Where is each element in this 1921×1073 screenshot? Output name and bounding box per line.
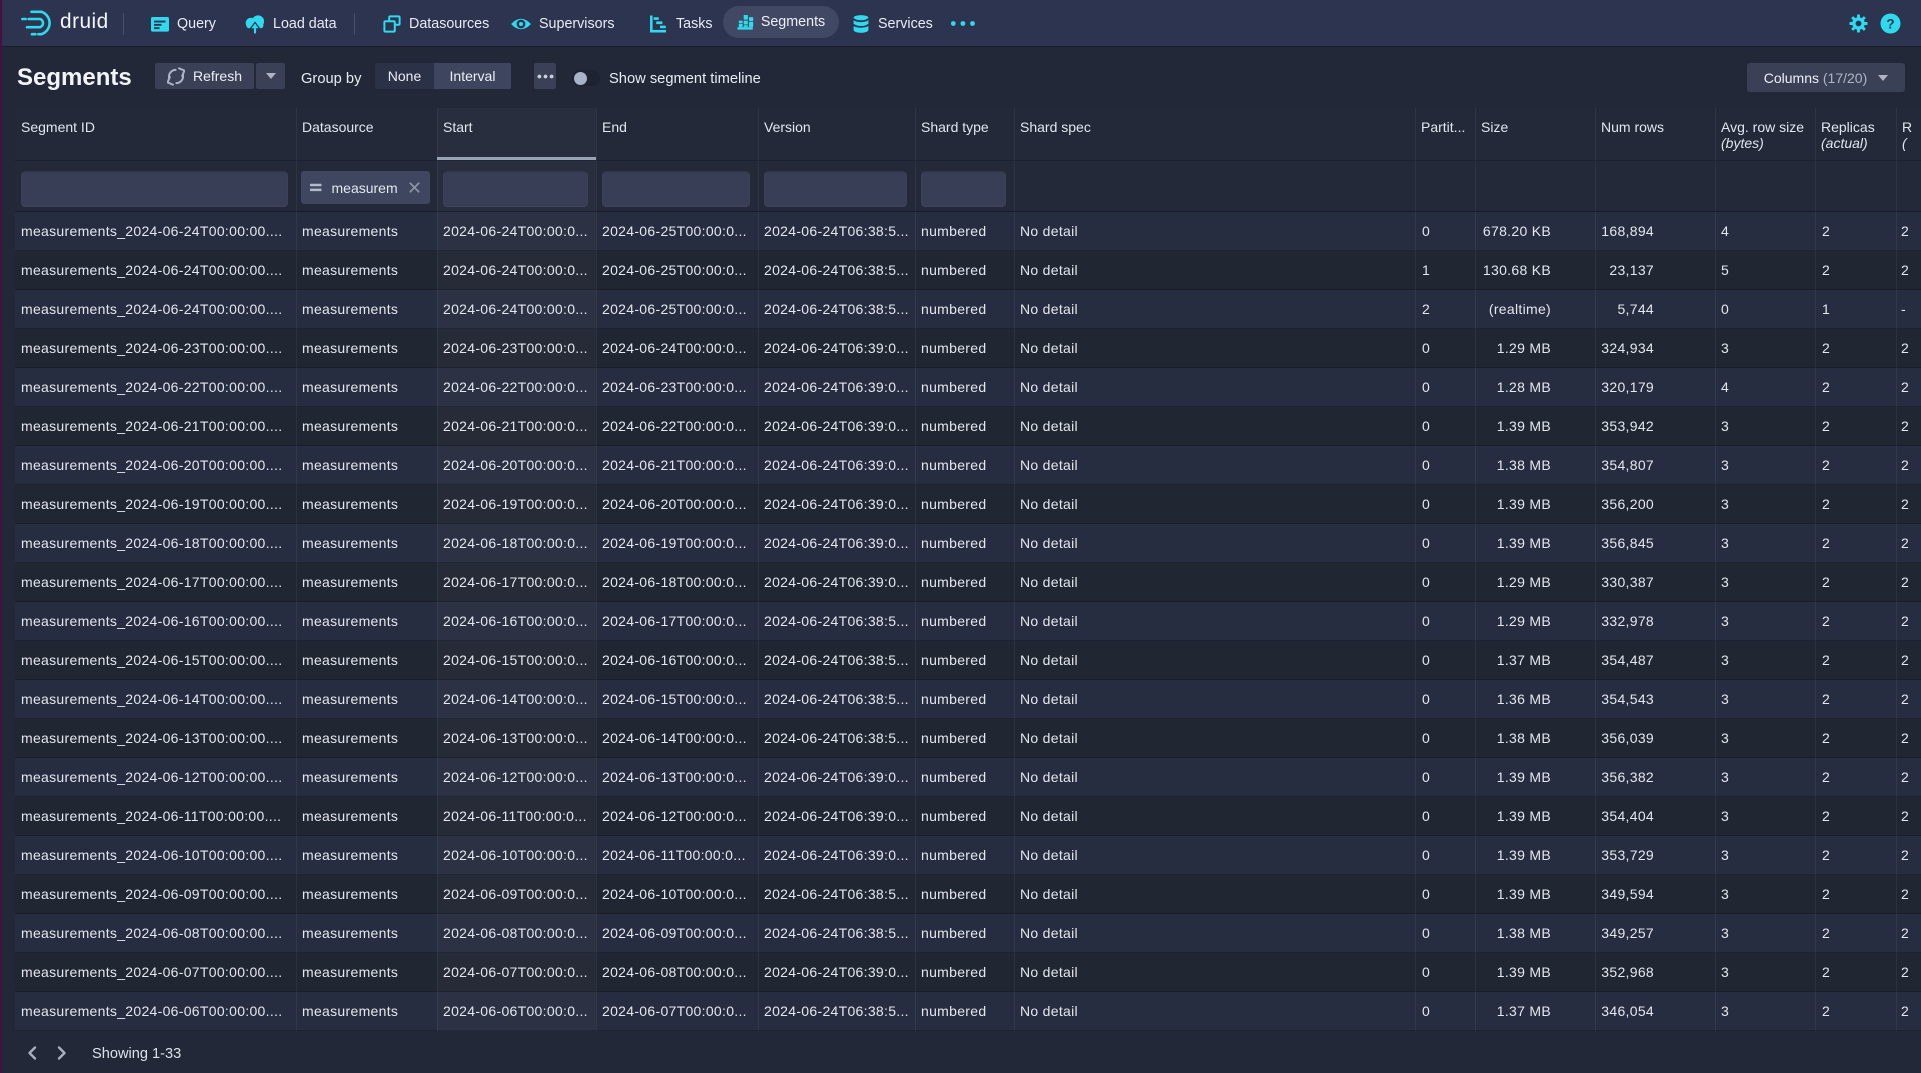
- svg-text:?: ?: [1886, 16, 1894, 31]
